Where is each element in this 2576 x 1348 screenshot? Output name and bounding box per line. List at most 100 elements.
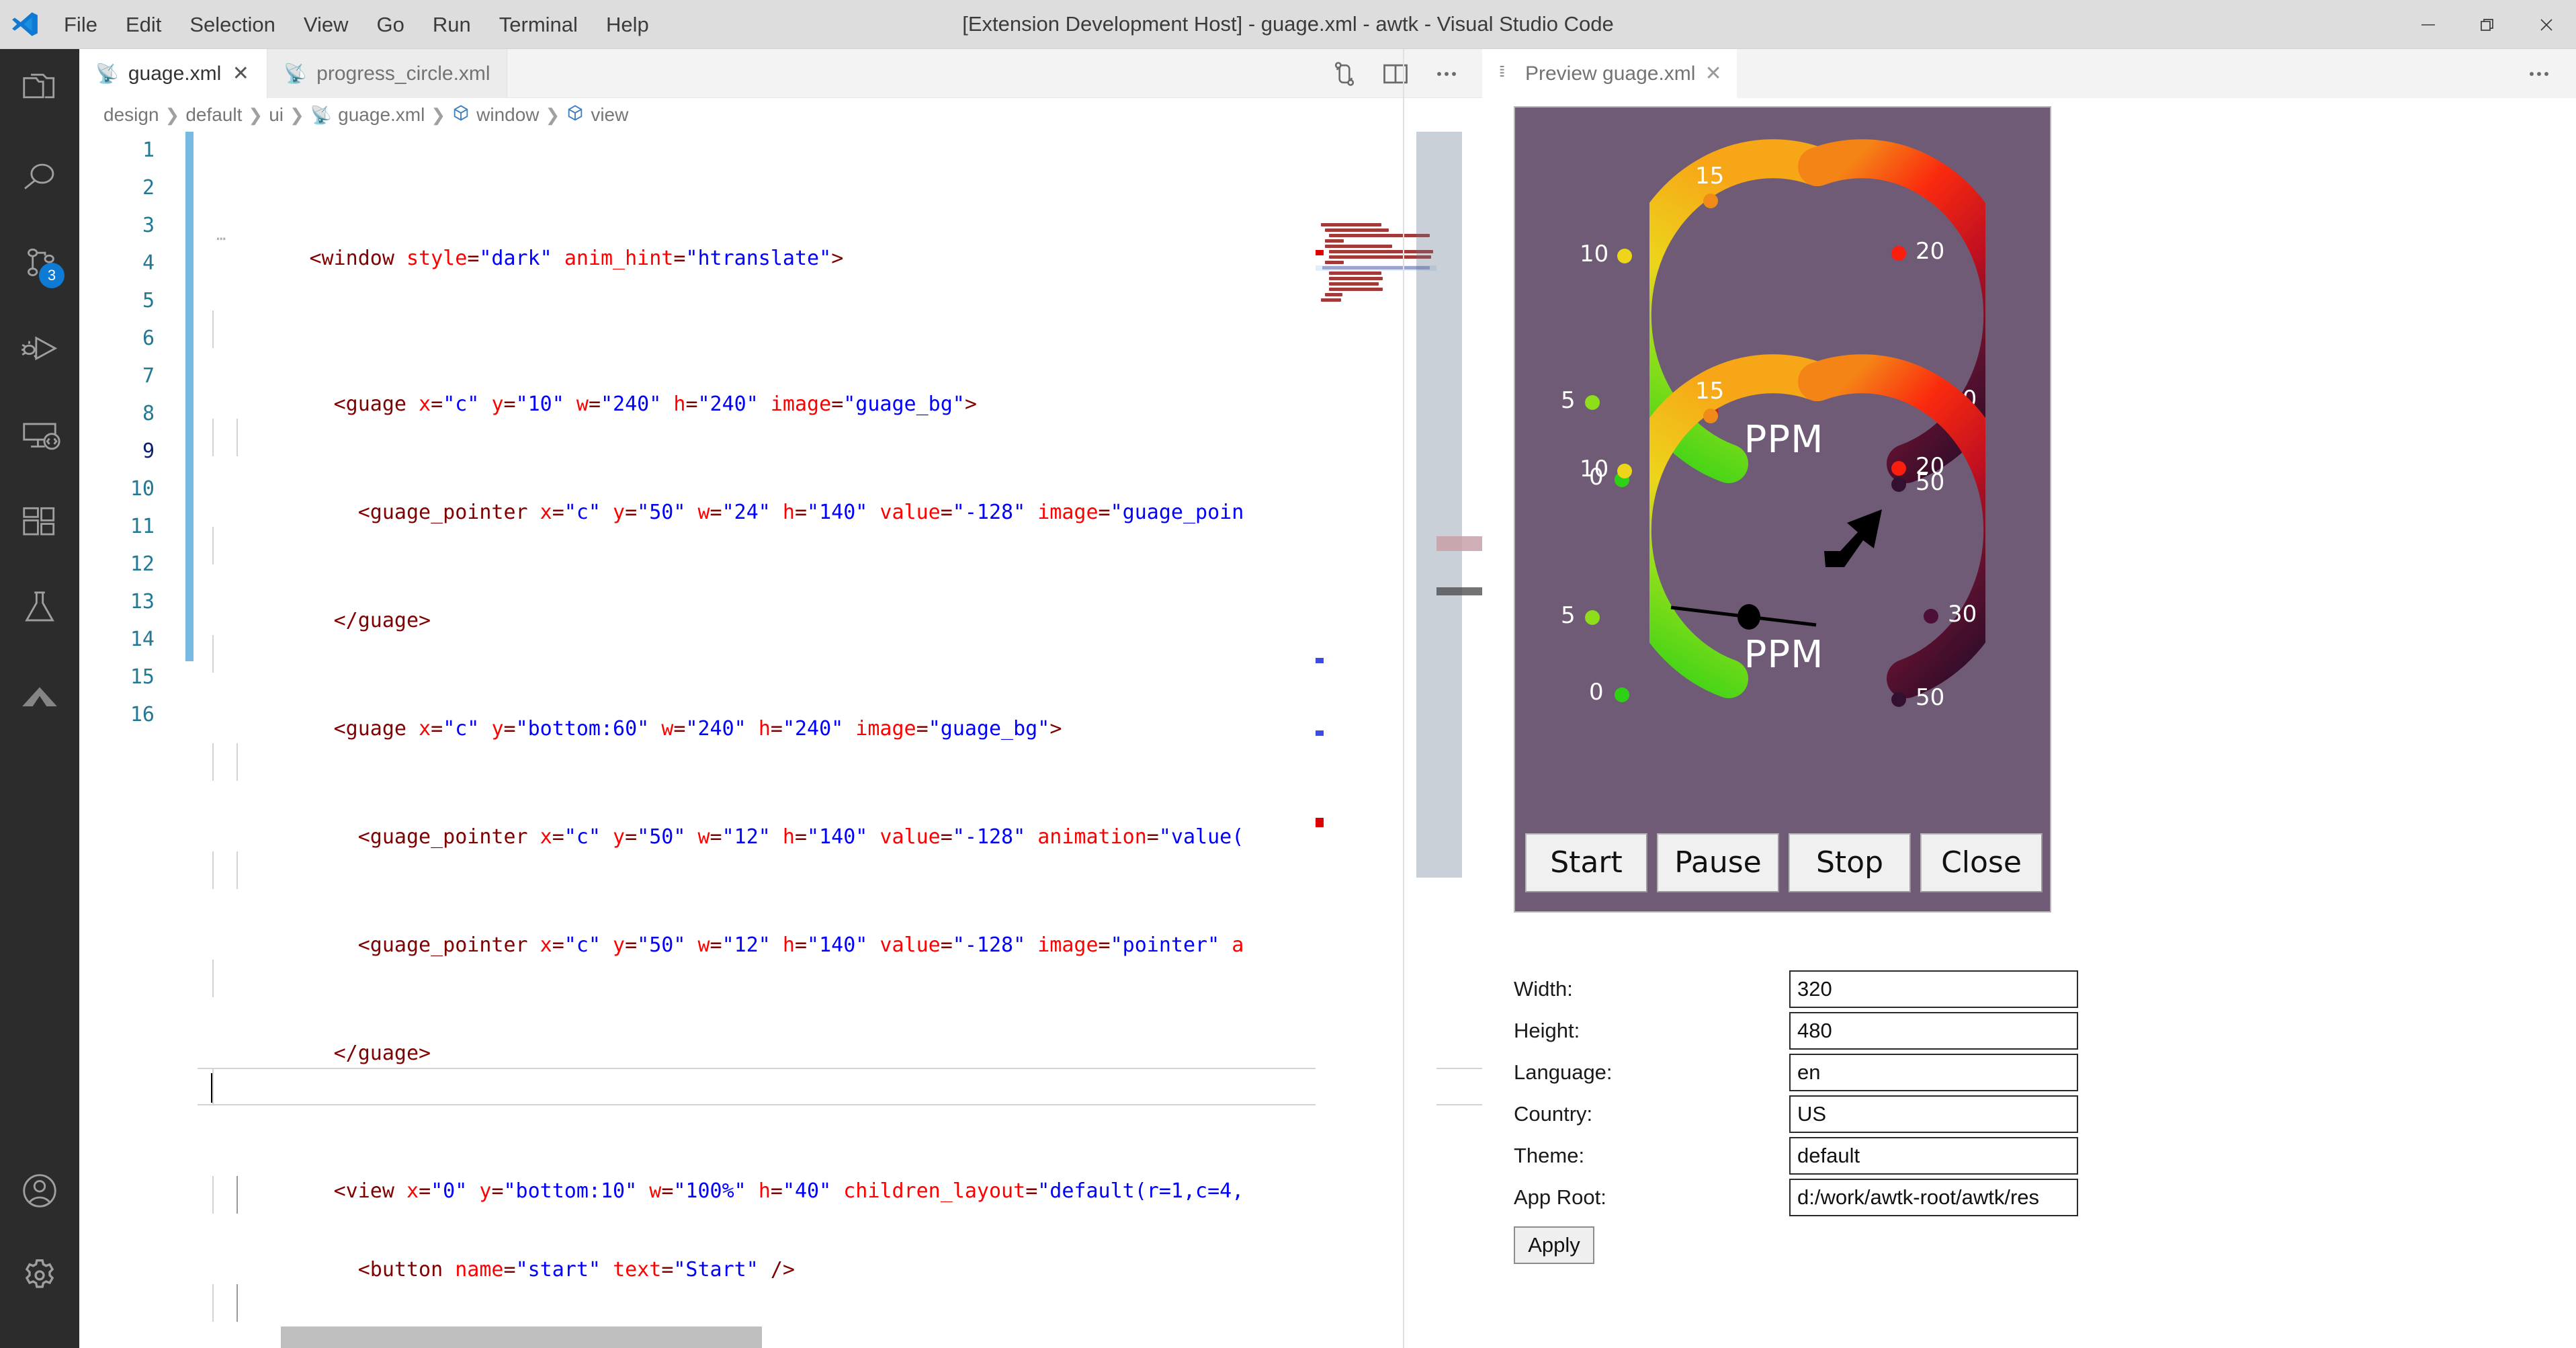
preview-settings-form: Width: Height: Language: Country: Theme:… — [1514, 968, 2522, 1264]
height-field[interactable] — [1789, 1012, 2078, 1050]
menu-edit[interactable]: Edit — [112, 0, 175, 49]
menu-go[interactable]: Go — [363, 0, 419, 49]
breadcrumb-label: view — [591, 104, 629, 125]
tab-progress-circle-xml[interactable]: 📡 progress_circle.xml — [267, 49, 507, 98]
editor-group: 📡 guage.xml ✕ 📡 progress_circle.xml desi… — [79, 49, 1482, 1348]
sidebar-item-run-and-debug[interactable] — [0, 307, 79, 393]
close-button[interactable] — [2517, 0, 2576, 49]
code-line-8[interactable]: </guage> — [198, 960, 1482, 1065]
restore-button[interactable] — [2458, 0, 2517, 49]
awtk-start-button[interactable]: Start — [1525, 833, 1647, 892]
more-actions-icon[interactable] — [1424, 52, 1469, 96]
sidebar-item-source-control[interactable]: 3 — [0, 221, 79, 307]
sidebar-item-search[interactable] — [0, 135, 79, 221]
breadcrumb-separator-icon: ❯ — [545, 104, 560, 125]
gauge-bottom-arrow-pointer — [1824, 509, 1882, 567]
code-line-9-current[interactable]: <view x="0" y="bottom:10" w="100%" h="40… — [198, 1068, 1482, 1203]
theme-label: Theme: — [1514, 1144, 1585, 1167]
menu-help[interactable]: Help — [592, 0, 663, 49]
breadcrumb-label: window — [476, 104, 540, 125]
breadcrumb-separator-icon: ❯ — [431, 104, 446, 125]
minimize-button[interactable] — [2399, 0, 2458, 49]
menu-view[interactable]: View — [290, 0, 363, 49]
sidebar-item-extensions[interactable] — [0, 479, 79, 565]
gauge-bottom-tick-dot-0 — [1615, 687, 1629, 702]
preview-actions — [2517, 49, 2561, 98]
awtk-pause-button[interactable]: Pause — [1657, 833, 1779, 892]
height-label: Height: — [1514, 1019, 1580, 1042]
code-line-7[interactable]: <guage_pointer x="c" y="50" w="12" h="14… — [198, 851, 1482, 957]
menu-terminal[interactable]: Terminal — [485, 0, 592, 49]
breadcrumb-item-ui[interactable]: ui — [265, 104, 288, 126]
pane-divider[interactable] — [1403, 49, 1404, 1348]
breadcrumb: design ❯ default ❯ ui ❯ 📡 guage.xml ❯ wi… — [79, 98, 1482, 132]
preview-pane: Preview guage.xml ✕ 15 10 5 0 20 30 50 P… — [1482, 49, 2576, 1348]
language-label: Language: — [1514, 1060, 1613, 1084]
more-actions-icon[interactable] — [2517, 52, 2561, 96]
line-number: 10 — [130, 477, 155, 501]
breadcrumb-item-guage-xml[interactable]: 📡 guage.xml — [306, 104, 429, 126]
line-number: 1 — [142, 138, 155, 162]
sidebar-item-settings[interactable] — [0, 1234, 79, 1320]
form-row-country: Country: — [1514, 1093, 2522, 1135]
awtk-close-button[interactable]: Close — [1920, 833, 2043, 892]
theme-field[interactable] — [1789, 1137, 2078, 1175]
gauge-bottom: 15 10 5 0 20 30 50 PPM — [1515, 323, 2053, 726]
sidebar-item-remote-explorer[interactable] — [0, 393, 79, 479]
form-row-language: Language: — [1514, 1052, 2522, 1093]
gauge-top-tick-label-10: 10 — [1580, 241, 1609, 267]
breadcrumb-separator-icon: ❯ — [248, 104, 263, 125]
gauge-bottom-tick-dot-30 — [1924, 609, 1938, 624]
awtk-preview-canvas[interactable]: 15 10 5 0 20 30 50 PPM 15 10 5 0 20 30 5… — [1514, 106, 2051, 913]
tab-close-icon[interactable]: ✕ — [230, 62, 251, 85]
sidebar-item-explorer[interactable] — [0, 49, 79, 135]
code-line-4[interactable]: </guage> — [198, 527, 1482, 632]
compare-changes-icon[interactable] — [1322, 52, 1367, 96]
code-line-3[interactable]: <guage_pointer x="c" y="50" w="24" h="14… — [198, 419, 1482, 524]
code-line-2[interactable]: <guage x="c" y="10" w="240" h="240" imag… — [198, 310, 1482, 416]
tab-preview-guage-xml[interactable]: Preview guage.xml ✕ — [1482, 49, 1737, 98]
sidebar-item-accounts[interactable] — [0, 1148, 79, 1234]
code-content[interactable]: <window style="dark" anim_hint="htransla… — [198, 132, 1482, 1348]
line-number: 5 — [142, 289, 155, 312]
preview-tabbar: Preview guage.xml ✕ — [1482, 49, 2576, 98]
menu-selection[interactable]: Selection — [175, 0, 290, 49]
line-number: 4 — [142, 251, 155, 275]
app-root-field[interactable] — [1789, 1179, 2078, 1216]
country-field[interactable] — [1789, 1095, 2078, 1133]
menu-file[interactable]: File — [50, 0, 112, 49]
minimap-slider[interactable] — [1416, 132, 1462, 878]
breadcrumb-item-default[interactable]: default — [181, 104, 246, 126]
code-line-1[interactable]: <window style="dark" anim_hint="htransla… — [198, 202, 1482, 270]
awtk-stop-button[interactable]: Stop — [1789, 833, 1911, 892]
sidebar-item-awtk-designer[interactable] — [0, 651, 79, 737]
line-number: 7 — [142, 364, 155, 388]
line-number: 3 — [142, 214, 155, 237]
line-number: 16 — [130, 703, 155, 726]
menu-run[interactable]: Run — [419, 0, 485, 49]
breadcrumb-item-design[interactable]: design — [99, 104, 163, 126]
code-line-10[interactable]: <button name="start" text="Start" /> — [198, 1176, 1482, 1281]
line-number-gutter: 1 2 3 4 5 6 7 8 9 10 11 12 13 14 15 16 — [79, 132, 171, 1348]
horizontal-scrollbar-thumb[interactable] — [281, 1326, 762, 1348]
width-field[interactable] — [1789, 970, 2078, 1008]
breadcrumb-item-window[interactable]: window — [447, 103, 543, 127]
line-number: 14 — [130, 628, 155, 651]
breadcrumb-separator-icon: ❯ — [289, 104, 304, 125]
preview-tab-close-icon[interactable]: ✕ — [1705, 62, 1721, 85]
language-field[interactable] — [1789, 1054, 2078, 1091]
sidebar-item-testing[interactable] — [0, 565, 79, 651]
line-number: 13 — [130, 590, 155, 614]
breadcrumb-item-view[interactable]: view — [562, 103, 632, 127]
form-row-app-root: App Root: — [1514, 1177, 2522, 1218]
app-root-label: App Root: — [1514, 1185, 1606, 1209]
apply-button[interactable]: Apply — [1514, 1226, 1594, 1264]
split-editor-icon[interactable] — [1373, 52, 1418, 96]
tab-guage-xml[interactable]: 📡 guage.xml ✕ — [79, 49, 268, 98]
line-number: 6 — [142, 327, 155, 350]
code-line-11[interactable]: <button name="pause" text="Pause" /> — [198, 1284, 1482, 1322]
vertical-scrollbar-thumb[interactable] — [1436, 587, 1482, 595]
code-line-5[interactable]: <guage x="c" y="bottom:60" w="240" h="24… — [198, 635, 1482, 741]
code-line-6[interactable]: <guage_pointer x="c" y="50" w="12" h="14… — [198, 743, 1482, 849]
code-editor[interactable]: 1 2 3 4 5 6 7 8 9 10 11 12 13 14 15 16 <… — [79, 132, 1482, 1348]
